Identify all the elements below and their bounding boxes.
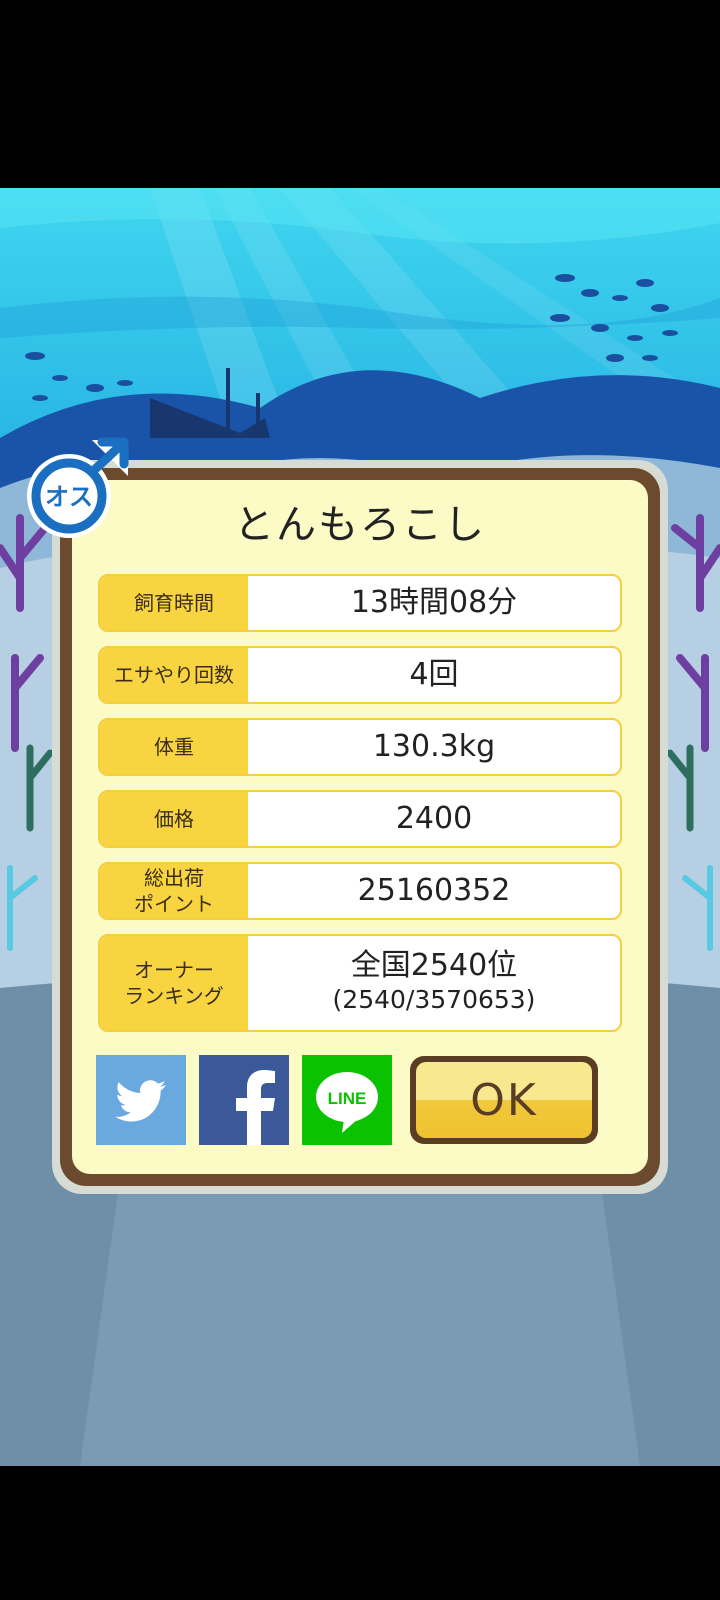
twitter-share-button[interactable] — [96, 1055, 186, 1145]
male-symbol-icon: オス — [27, 437, 129, 538]
stat-row-price: 価格 2400 — [98, 790, 622, 848]
stat-row-owner-ranking: オーナー ランキング 全国2540位 (2540/3570653) — [98, 934, 622, 1032]
male-gender-badge: オス — [24, 432, 134, 542]
facebook-share-button[interactable] — [199, 1055, 289, 1145]
stat-label: 体重 — [100, 720, 248, 774]
line-bubble-icon: LINE — [316, 1072, 378, 1133]
facebook-f-icon — [236, 1070, 275, 1145]
stat-label: エサやり回数 — [100, 648, 248, 702]
stat-value: 全国2540位 (2540/3570653) — [248, 936, 620, 1030]
ok-button[interactable]: OK — [410, 1056, 598, 1144]
line-share-button[interactable]: LINE — [302, 1055, 392, 1145]
twitter-bird-icon — [115, 1080, 166, 1122]
line-logo-text: LINE — [328, 1089, 367, 1108]
fish-name-title: とんもろこし — [234, 502, 486, 548]
gender-badge-text: オス — [45, 483, 93, 511]
stat-row-breeding-time: 飼育時間 13時間08分 — [98, 574, 622, 632]
stat-label: 総出荷 ポイント — [100, 864, 248, 918]
stat-label: 飼育時間 — [100, 576, 248, 630]
stat-value: 130.3kg — [372, 729, 496, 764]
stat-label: オーナー ランキング — [100, 936, 248, 1030]
stat-value: 2400 — [395, 801, 473, 836]
stat-row-feed-count: エサやり回数 4回 — [98, 646, 622, 704]
stat-row-weight: 体重 130.3kg — [98, 718, 622, 776]
stat-value: 25160352 — [357, 873, 511, 908]
stat-label: 価格 — [100, 792, 248, 846]
ranking-detail: (2540/3570653) — [332, 985, 536, 1014]
stat-value: 13時間08分 — [350, 585, 518, 620]
ranking-main: 全国2540位 — [350, 948, 518, 983]
stat-row-shipping-points: 総出荷 ポイント 25160352 — [98, 862, 622, 920]
stat-value: 4回 — [409, 657, 459, 692]
ok-button-label: OK — [416, 1062, 592, 1138]
